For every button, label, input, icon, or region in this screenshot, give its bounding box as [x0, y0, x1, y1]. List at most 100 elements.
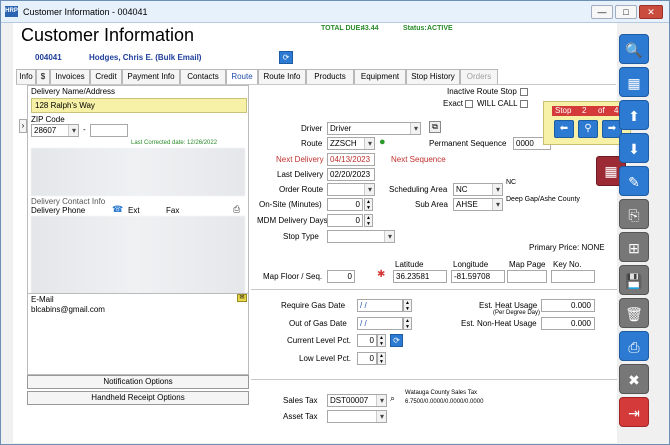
- tab-stop-history[interactable]: Stop History: [406, 69, 460, 84]
- driver-select[interactable]: Driver: [327, 122, 421, 135]
- will-call-checkbox[interactable]: [520, 100, 528, 108]
- binoculars-icon[interactable]: ⌕: [390, 393, 395, 404]
- tab-route[interactable]: Route: [226, 69, 258, 84]
- current-level-input[interactable]: 0: [357, 334, 377, 347]
- minimize-button[interactable]: —: [591, 5, 613, 19]
- next-delivery-input[interactable]: 04/13/2023: [327, 153, 375, 166]
- sales-tax-desc-1: Watauga County Sales Tax: [405, 390, 478, 396]
- longitude-label: Longitude: [453, 260, 489, 269]
- expand-arrow-button[interactable]: ›: [19, 119, 27, 133]
- tab-contacts[interactable]: Contacts: [180, 69, 226, 84]
- asset-tax-select[interactable]: [327, 410, 387, 423]
- status-label: Status:: [403, 25, 427, 32]
- exact-checkbox[interactable]: [465, 100, 473, 108]
- onsite-spinner[interactable]: ▲ ▼: [364, 198, 373, 211]
- permanent-sequence-label: Permanent Sequence: [429, 139, 507, 148]
- exit-button[interactable]: ⇥: [619, 397, 649, 427]
- grid-button[interactable]: ▦: [619, 67, 649, 97]
- account-number: 004041: [35, 53, 62, 62]
- close-button[interactable]: ✕: [639, 5, 663, 19]
- redacted-address-block: [31, 148, 245, 196]
- email-value[interactable]: blcabins@gmail.com: [31, 305, 105, 314]
- sales-tax-select[interactable]: DST00007: [327, 394, 387, 407]
- last-delivery-input[interactable]: 02/20/2023: [327, 168, 375, 181]
- find-stop-button[interactable]: ⚲: [578, 120, 598, 138]
- longitude-input[interactable]: -81.59708: [451, 270, 505, 283]
- total-due-value: 43.44: [361, 25, 379, 32]
- est-heat-usage-input[interactable]: 0.000: [541, 299, 595, 312]
- map-pin-icon[interactable]: ●: [379, 136, 386, 148]
- add-button[interactable]: ⊞: [619, 232, 649, 262]
- main-content: Customer Information TOTAL DUE: 43.44 St…: [13, 23, 631, 443]
- mdm-spinner[interactable]: ▲ ▼: [364, 214, 373, 227]
- print-button[interactable]: ⎙: [619, 331, 649, 361]
- low-level-input[interactable]: 0: [357, 352, 377, 365]
- est-nonheat-usage-input[interactable]: 0.000: [541, 317, 595, 330]
- gas-tax-divider: [251, 379, 617, 380]
- delivery-panel: Delivery Name/Address 128 Ralph's Way ZI…: [27, 85, 249, 307]
- out-of-gas-date-spinner[interactable]: ▲ ▼: [403, 317, 412, 330]
- est-nonheat-usage-label: Est. Non-Heat Usage: [461, 319, 537, 328]
- delivery-address-line[interactable]: 128 Ralph's Way: [31, 98, 247, 113]
- sales-tax-desc-2: 6.7500/0.0000/0.0000/0.0000: [405, 399, 484, 405]
- est-heat-usage-label: Est. Heat Usage: [479, 301, 538, 310]
- mdm-delivery-days-input[interactable]: 0: [327, 214, 363, 227]
- key-no-input[interactable]: [551, 270, 595, 283]
- fax-icon[interactable]: ⎙: [233, 204, 240, 215]
- phone-icon[interactable]: ☎: [112, 204, 123, 215]
- tab-payment-info[interactable]: Payment Info: [122, 69, 180, 84]
- tab-equipment[interactable]: Equipment: [354, 69, 406, 84]
- up-button[interactable]: ⬆: [619, 100, 649, 130]
- zip-code-label: ZIP Code: [31, 115, 65, 124]
- current-level-spinner[interactable]: ▲ ▼: [377, 334, 386, 347]
- refresh-icon[interactable]: ⟳: [279, 51, 293, 64]
- stop-current: 2: [582, 106, 587, 115]
- tab-invoices[interactable]: Invoices: [50, 69, 90, 84]
- require-gas-date-input[interactable]: / /: [357, 299, 403, 312]
- out-of-gas-date-input[interactable]: / /: [357, 317, 403, 330]
- key-no-label: Key No.: [553, 260, 582, 269]
- route-select[interactable]: ZZSCH: [327, 137, 375, 150]
- tab-route-info[interactable]: Route Info: [258, 69, 306, 84]
- notification-options-button[interactable]: Notification Options: [27, 375, 249, 389]
- cancel-button[interactable]: ✖: [619, 364, 649, 394]
- edit-button[interactable]: ✎: [619, 166, 649, 196]
- tab-info[interactable]: Info: [16, 69, 36, 84]
- stop-total: 4: [614, 106, 619, 115]
- search-button[interactable]: 🔍: [619, 34, 649, 64]
- zip-extension-input[interactable]: [90, 124, 128, 137]
- delivery-name-address-label: Delivery Name/Address: [31, 87, 116, 96]
- latitude-input[interactable]: 36.23581: [393, 270, 447, 283]
- stop-type-select[interactable]: [327, 230, 395, 243]
- require-gas-date-spinner[interactable]: ▲ ▼: [403, 299, 412, 312]
- customer-name: Hodges, Chris E. (Bulk Email): [89, 53, 202, 62]
- tab-credit[interactable]: Credit: [90, 69, 122, 84]
- low-level-label: Low Level Pct.: [299, 354, 352, 363]
- zip-code-select[interactable]: 28607: [31, 124, 79, 137]
- tab-products[interactable]: Products: [306, 69, 354, 84]
- map-page-input[interactable]: [507, 270, 547, 283]
- down-button[interactable]: ⬇: [619, 133, 649, 163]
- envelope-icon[interactable]: ✉: [237, 294, 247, 302]
- level-refresh-icon[interactable]: ⟳: [390, 334, 403, 347]
- window-title: Customer Information - 004041: [23, 7, 148, 17]
- customer-info-window: HRP Customer Information - 004041 — □ ✕ …: [0, 0, 670, 445]
- sub-area-select[interactable]: AHSE: [453, 198, 503, 211]
- save-button[interactable]: 💾: [619, 265, 649, 295]
- maximize-button[interactable]: □: [615, 5, 637, 19]
- fax-label: Fax: [166, 206, 180, 215]
- tab-dollar[interactable]: $: [36, 69, 50, 84]
- driver-lookup-icon[interactable]: ⧉: [429, 121, 441, 133]
- handheld-receipt-options-button[interactable]: Handheld Receipt Options: [27, 391, 249, 405]
- order-route-select[interactable]: [327, 183, 375, 196]
- driver-label: Driver: [301, 124, 323, 133]
- onsite-minutes-input[interactable]: 0: [327, 198, 363, 211]
- location-icon[interactable]: ✱: [377, 269, 385, 281]
- inactive-route-stop-checkbox[interactable]: [520, 88, 528, 96]
- map-floor-input[interactable]: 0: [327, 270, 355, 283]
- scheduling-area-select[interactable]: NC: [453, 183, 503, 196]
- previous-stop-button[interactable]: ⬅: [554, 120, 574, 138]
- low-level-spinner[interactable]: ▲ ▼: [377, 352, 386, 365]
- copy-button[interactable]: ⎘: [619, 199, 649, 229]
- delete-button[interactable]: 🗑: [619, 298, 649, 328]
